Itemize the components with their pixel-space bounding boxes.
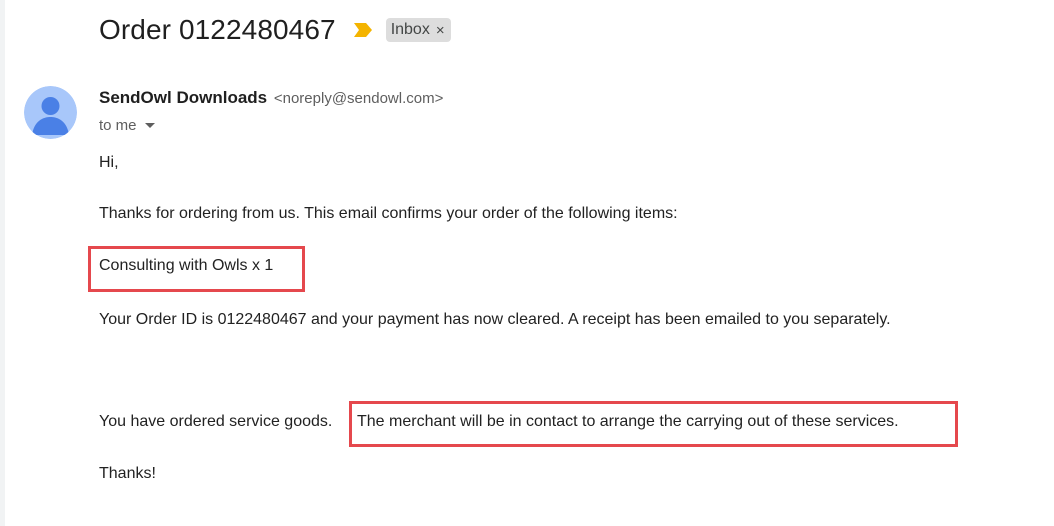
recipient-details-toggle[interactable]: to me	[99, 117, 155, 134]
sender-name[interactable]: SendOwl Downloads	[99, 88, 267, 107]
highlight-box-service-detail	[349, 401, 958, 447]
body-order-info: Your Order ID is 0122480467 and your pay…	[99, 311, 891, 328]
email-subject: Order 0122480467	[99, 14, 336, 45]
chevron-down-icon[interactable]	[144, 123, 155, 128]
email-view: Order 0122480467 Inbox × SendOwl Downloa…	[0, 0, 1054, 526]
recipient-text: to me	[99, 117, 137, 134]
body-thanks: Thanks for ordering from us. This email …	[99, 205, 678, 222]
person-avatar-icon	[24, 86, 77, 139]
left-edge	[0, 0, 5, 526]
subject-row: Order 0122480467 Inbox ×	[99, 12, 451, 48]
highlight-box-order-item	[88, 246, 305, 292]
sender-email: <noreply@sendowl.com>	[273, 90, 444, 107]
body-greeting: Hi,	[99, 154, 119, 171]
body-service-intro: You have ordered service goods.	[99, 413, 333, 430]
sender-line: SendOwl Downloads <noreply@sendowl.com>	[99, 88, 443, 108]
label-chip-text: Inbox	[390, 21, 430, 38]
body-signoff: Thanks!	[99, 465, 156, 482]
sender-avatar[interactable]	[24, 86, 77, 139]
importance-marker-icon[interactable]	[353, 23, 372, 37]
label-chip-inbox[interactable]: Inbox ×	[385, 18, 451, 42]
remove-label-icon[interactable]: ×	[436, 22, 445, 39]
